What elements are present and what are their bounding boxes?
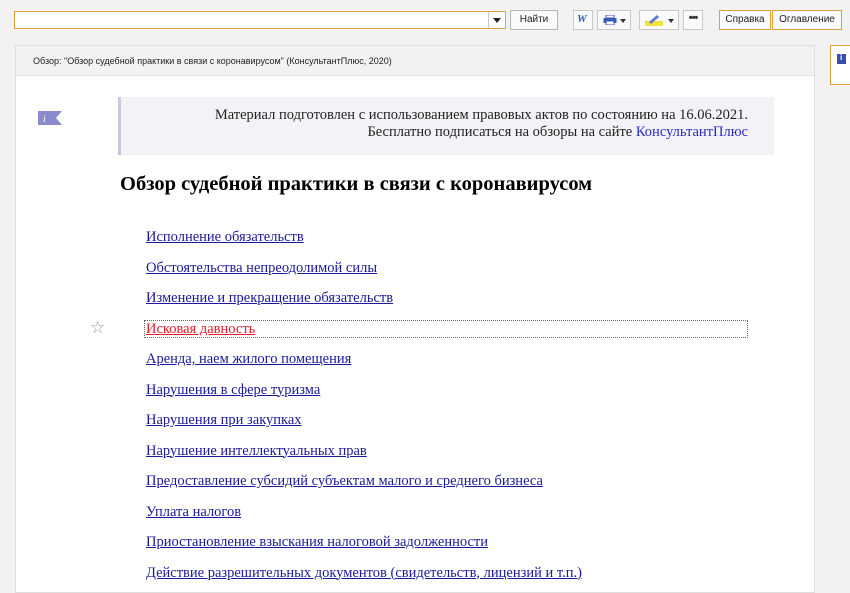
consultant-link[interactable]: КонсультантПлюс xyxy=(636,124,748,140)
toc-link[interactable]: Приостановление взыскания налоговой задо… xyxy=(146,534,488,550)
chevron-down-icon xyxy=(620,19,626,23)
search-box xyxy=(14,11,506,29)
document-title: Обзор судебной практики в связи с корона… xyxy=(120,173,593,195)
list-item: Изменение и прекращение обязательств xyxy=(146,288,582,319)
info-note-icon[interactable]: i xyxy=(38,111,62,125)
toc-link-active[interactable]: Исковая давность xyxy=(146,321,255,337)
document-panel: Обзор: "Обзор судебной практики в связи … xyxy=(15,45,815,593)
list-item: Исполнение обязательств xyxy=(146,227,582,258)
toc-button[interactable]: Оглавление xyxy=(772,10,842,30)
notice-line2-text: Бесплатно подписаться на обзоры на сайте xyxy=(367,124,636,140)
notice-line1: Материал подготовлен с использованием пр… xyxy=(214,107,748,123)
info-icon xyxy=(837,53,846,64)
toc-link[interactable]: Аренда, наем жилого помещения xyxy=(146,351,351,367)
list-item: Обстоятельства непреодолимой силы xyxy=(146,258,582,289)
toc-link[interactable]: Нарушения при закупках xyxy=(146,412,302,428)
list-item: Нарушение интеллектуальных прав xyxy=(146,441,582,472)
toc-link[interactable]: Действие разрешительных документов (свид… xyxy=(146,565,582,581)
toc-list: Исполнение обязательств Обстоятельства н… xyxy=(146,227,582,593)
more-button[interactable]: ••• xyxy=(683,10,703,30)
search-input[interactable] xyxy=(15,12,489,28)
toolbar: Найти W ••• Справка Оглавление xyxy=(0,0,850,42)
list-item: Приостановление взыскания налоговой задо… xyxy=(146,532,582,563)
marker-button[interactable] xyxy=(639,10,679,30)
notice-line2: Бесплатно подписаться на обзоры на сайте… xyxy=(121,124,748,141)
toc-link[interactable]: Обстоятельства непреодолимой силы xyxy=(146,260,377,276)
side-panel-tab[interactable] xyxy=(830,45,850,85)
list-item: Нарушения при закупках xyxy=(146,410,582,441)
list-item: Действие разрешительных документов (свид… xyxy=(146,563,582,593)
star-icon[interactable]: ☆ xyxy=(90,318,105,338)
document-header: Обзор: "Обзор судебной практики в связи … xyxy=(16,46,814,76)
printer-icon xyxy=(603,15,617,25)
find-button[interactable]: Найти xyxy=(510,10,558,30)
ellipsis-icon: ••• xyxy=(688,12,699,24)
toc-link[interactable]: Предоставление субсидий субъектам малого… xyxy=(146,473,543,489)
toc-link[interactable]: Нарушения в сфере туризма xyxy=(146,382,320,398)
toc-link[interactable]: Нарушение интеллектуальных прав xyxy=(146,443,367,459)
list-item: Предоставление субсидий субъектам малого… xyxy=(146,471,582,502)
word-export-icon: W xyxy=(577,13,587,25)
toc-link[interactable]: Изменение и прекращение обязательств xyxy=(146,290,393,306)
list-item: Аренда, наем жилого помещения xyxy=(146,349,582,380)
svg-text:i: i xyxy=(43,114,46,125)
chevron-down-icon[interactable] xyxy=(488,12,505,28)
toc-link[interactable]: Исполнение обязательств xyxy=(146,229,304,245)
print-button[interactable] xyxy=(597,10,631,30)
word-export-button[interactable]: W xyxy=(573,10,593,30)
chevron-down-icon xyxy=(668,19,674,23)
help-button[interactable]: Справка xyxy=(719,10,771,30)
list-item: Нарушения в сфере туризма xyxy=(146,380,582,411)
highlighter-icon xyxy=(645,15,663,26)
toc-link[interactable]: Уплата налогов xyxy=(146,504,241,520)
list-item-active: Исковая давность xyxy=(146,319,582,350)
list-item: Уплата налогов xyxy=(146,502,582,533)
notice-box: Материал подготовлен с использованием пр… xyxy=(118,97,774,155)
